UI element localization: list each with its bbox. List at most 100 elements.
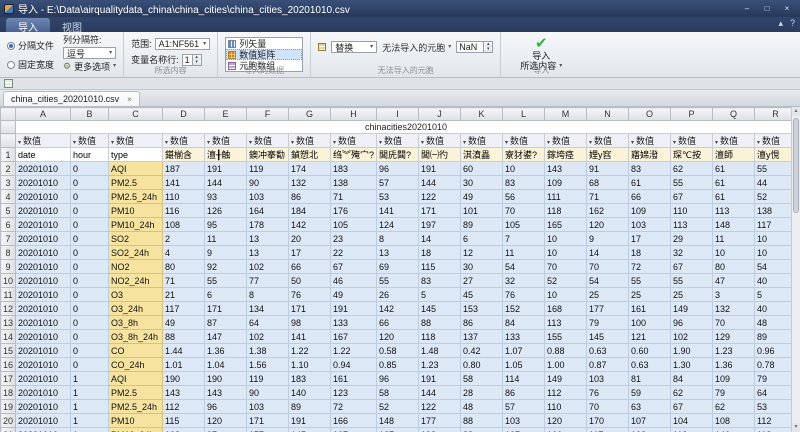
grid-cell[interactable]: 171: [289, 302, 331, 316]
column-type-dropdown[interactable]: ▾数值: [205, 134, 247, 148]
grid-cell[interactable]: 177: [587, 302, 629, 316]
grid-cell[interactable]: 0: [71, 302, 109, 316]
row-header[interactable]: 11: [1, 288, 16, 302]
grid-cell[interactable]: 32: [503, 274, 545, 288]
column-type-dropdown[interactable]: ▾数值: [331, 134, 377, 148]
grid-cell[interactable]: 62: [671, 386, 713, 400]
grid-cell[interactable]: 11: [205, 232, 247, 246]
column-header[interactable]: L: [503, 108, 545, 121]
column-header[interactable]: Q: [713, 108, 755, 121]
grid-cell[interactable]: 10: [545, 232, 587, 246]
grid-corner[interactable]: [1, 108, 16, 121]
grid-cell[interactable]: 10: [545, 288, 587, 302]
grid-cell[interactable]: 18: [629, 246, 671, 260]
grid-cell[interactable]: 0: [71, 260, 109, 274]
grid-cell[interactable]: 96: [377, 372, 419, 386]
grid-cell[interactable]: 66: [629, 190, 671, 204]
column-type-dropdown[interactable]: ▾数值: [545, 134, 587, 148]
grid-cell[interactable]: 20201010: [16, 246, 71, 260]
grid-cell[interactable]: 20201010: [16, 358, 71, 372]
grid-cell[interactable]: 143: [163, 386, 205, 400]
grid-cell[interactable]: 0.88: [545, 344, 587, 358]
grid-cell[interactable]: 67: [671, 190, 713, 204]
grid-cell[interactable]: 142: [289, 218, 331, 232]
grid-cell[interactable]: 70: [503, 204, 545, 218]
grid-cell[interactable]: 162: [587, 204, 629, 218]
grid-cell[interactable]: 0.94: [331, 358, 377, 372]
grid-cell[interactable]: 20201010: [16, 386, 71, 400]
grid-cell[interactable]: 140: [289, 386, 331, 400]
grid-cell[interactable]: 80: [163, 260, 205, 274]
grid-cell[interactable]: 10: [503, 162, 545, 176]
grid-cell[interactable]: 61: [713, 190, 755, 204]
row-header[interactable]: 21: [1, 428, 16, 432]
column-header[interactable]: J: [419, 108, 461, 121]
grid-cell[interactable]: 96: [377, 162, 419, 176]
grid-cell[interactable]: 1: [71, 386, 109, 400]
grid-cell[interactable]: 9: [587, 232, 629, 246]
grid-cell[interactable]: 32: [671, 246, 713, 260]
grid-cell[interactable]: 120: [587, 218, 629, 232]
grid-cell[interactable]: 11: [713, 232, 755, 246]
row-header[interactable]: 5: [1, 204, 16, 218]
grid-cell[interactable]: 100: [629, 316, 671, 330]
header-cell[interactable]: 鍖椾含: [163, 148, 205, 162]
row-header[interactable]: 16: [1, 358, 16, 372]
grid-cell[interactable]: 0: [71, 330, 109, 344]
grid-cell[interactable]: 96: [205, 400, 247, 414]
grid-cell[interactable]: 0.87: [587, 358, 629, 372]
grid-cell[interactable]: 120: [377, 330, 419, 344]
grid-cell[interactable]: 145: [587, 330, 629, 344]
row-header[interactable]: 17: [1, 372, 16, 386]
grid-cell[interactable]: 1.01: [163, 358, 205, 372]
grid-cell[interactable]: SO2: [109, 232, 163, 246]
grid-cell[interactable]: 148: [713, 218, 755, 232]
row-header[interactable]: 19: [1, 400, 16, 414]
grid-cell[interactable]: 129: [713, 330, 755, 344]
header-cell[interactable]: 澶╂触: [205, 148, 247, 162]
grid-cell[interactable]: 168: [545, 302, 587, 316]
grid-cell[interactable]: 0.63: [629, 358, 671, 372]
header-cell[interactable]: 閭㈠彴: [419, 148, 461, 162]
grid-cell[interactable]: 132: [289, 176, 331, 190]
column-type-dropdown[interactable]: ▾数值: [247, 134, 289, 148]
grid-cell[interactable]: 64: [247, 316, 289, 330]
grid-cell[interactable]: 0: [71, 274, 109, 288]
row-header[interactable]: 8: [1, 246, 16, 260]
column-header[interactable]: M: [545, 108, 587, 121]
grid-cell[interactable]: 83: [629, 162, 671, 176]
unimportable-target-dropdown[interactable]: 无法导入的元胞 ▾: [382, 41, 451, 54]
grid-cell[interactable]: 161: [331, 372, 377, 386]
grid-cell[interactable]: 102: [671, 330, 713, 344]
column-header[interactable]: N: [587, 108, 629, 121]
grid-cell[interactable]: 108: [163, 428, 205, 432]
grid-cell[interactable]: 183: [331, 162, 377, 176]
column-type-dropdown[interactable]: ▾数值: [671, 134, 713, 148]
grid-cell[interactable]: 170: [587, 414, 629, 428]
grid-cell[interactable]: 102: [247, 330, 289, 344]
grid-cell[interactable]: 0: [71, 204, 109, 218]
grid-cell[interactable]: 69: [377, 260, 419, 274]
row-header[interactable]: 13: [1, 316, 16, 330]
grid-cell[interactable]: 141: [377, 204, 419, 218]
grid-cell[interactable]: 112: [163, 400, 205, 414]
grid-cell[interactable]: 0.63: [587, 344, 629, 358]
grid-cell[interactable]: 26: [377, 288, 419, 302]
grid-cell[interactable]: 8: [377, 232, 419, 246]
grid-cell[interactable]: 1.36: [205, 344, 247, 358]
grid-cell[interactable]: 110: [163, 190, 205, 204]
grid-cell[interactable]: 57: [503, 400, 545, 414]
grid-cell[interactable]: 55: [629, 274, 671, 288]
grid-cell[interactable]: 55: [205, 274, 247, 288]
header-cell[interactable]: 鐭冲搴勫: [247, 148, 289, 162]
column-type-dropdown[interactable]: ▾数值: [109, 134, 163, 148]
grid-cell[interactable]: 1.22: [289, 344, 331, 358]
grid-cell[interactable]: 133: [331, 316, 377, 330]
grid-cell[interactable]: 88: [461, 414, 503, 428]
column-header[interactable]: B: [71, 108, 109, 121]
row-header[interactable]: 9: [1, 260, 16, 274]
grid-cell[interactable]: 58: [461, 372, 503, 386]
grid-cell[interactable]: 191: [419, 162, 461, 176]
column-header[interactable]: E: [205, 108, 247, 121]
grid-cell[interactable]: 121: [629, 330, 671, 344]
